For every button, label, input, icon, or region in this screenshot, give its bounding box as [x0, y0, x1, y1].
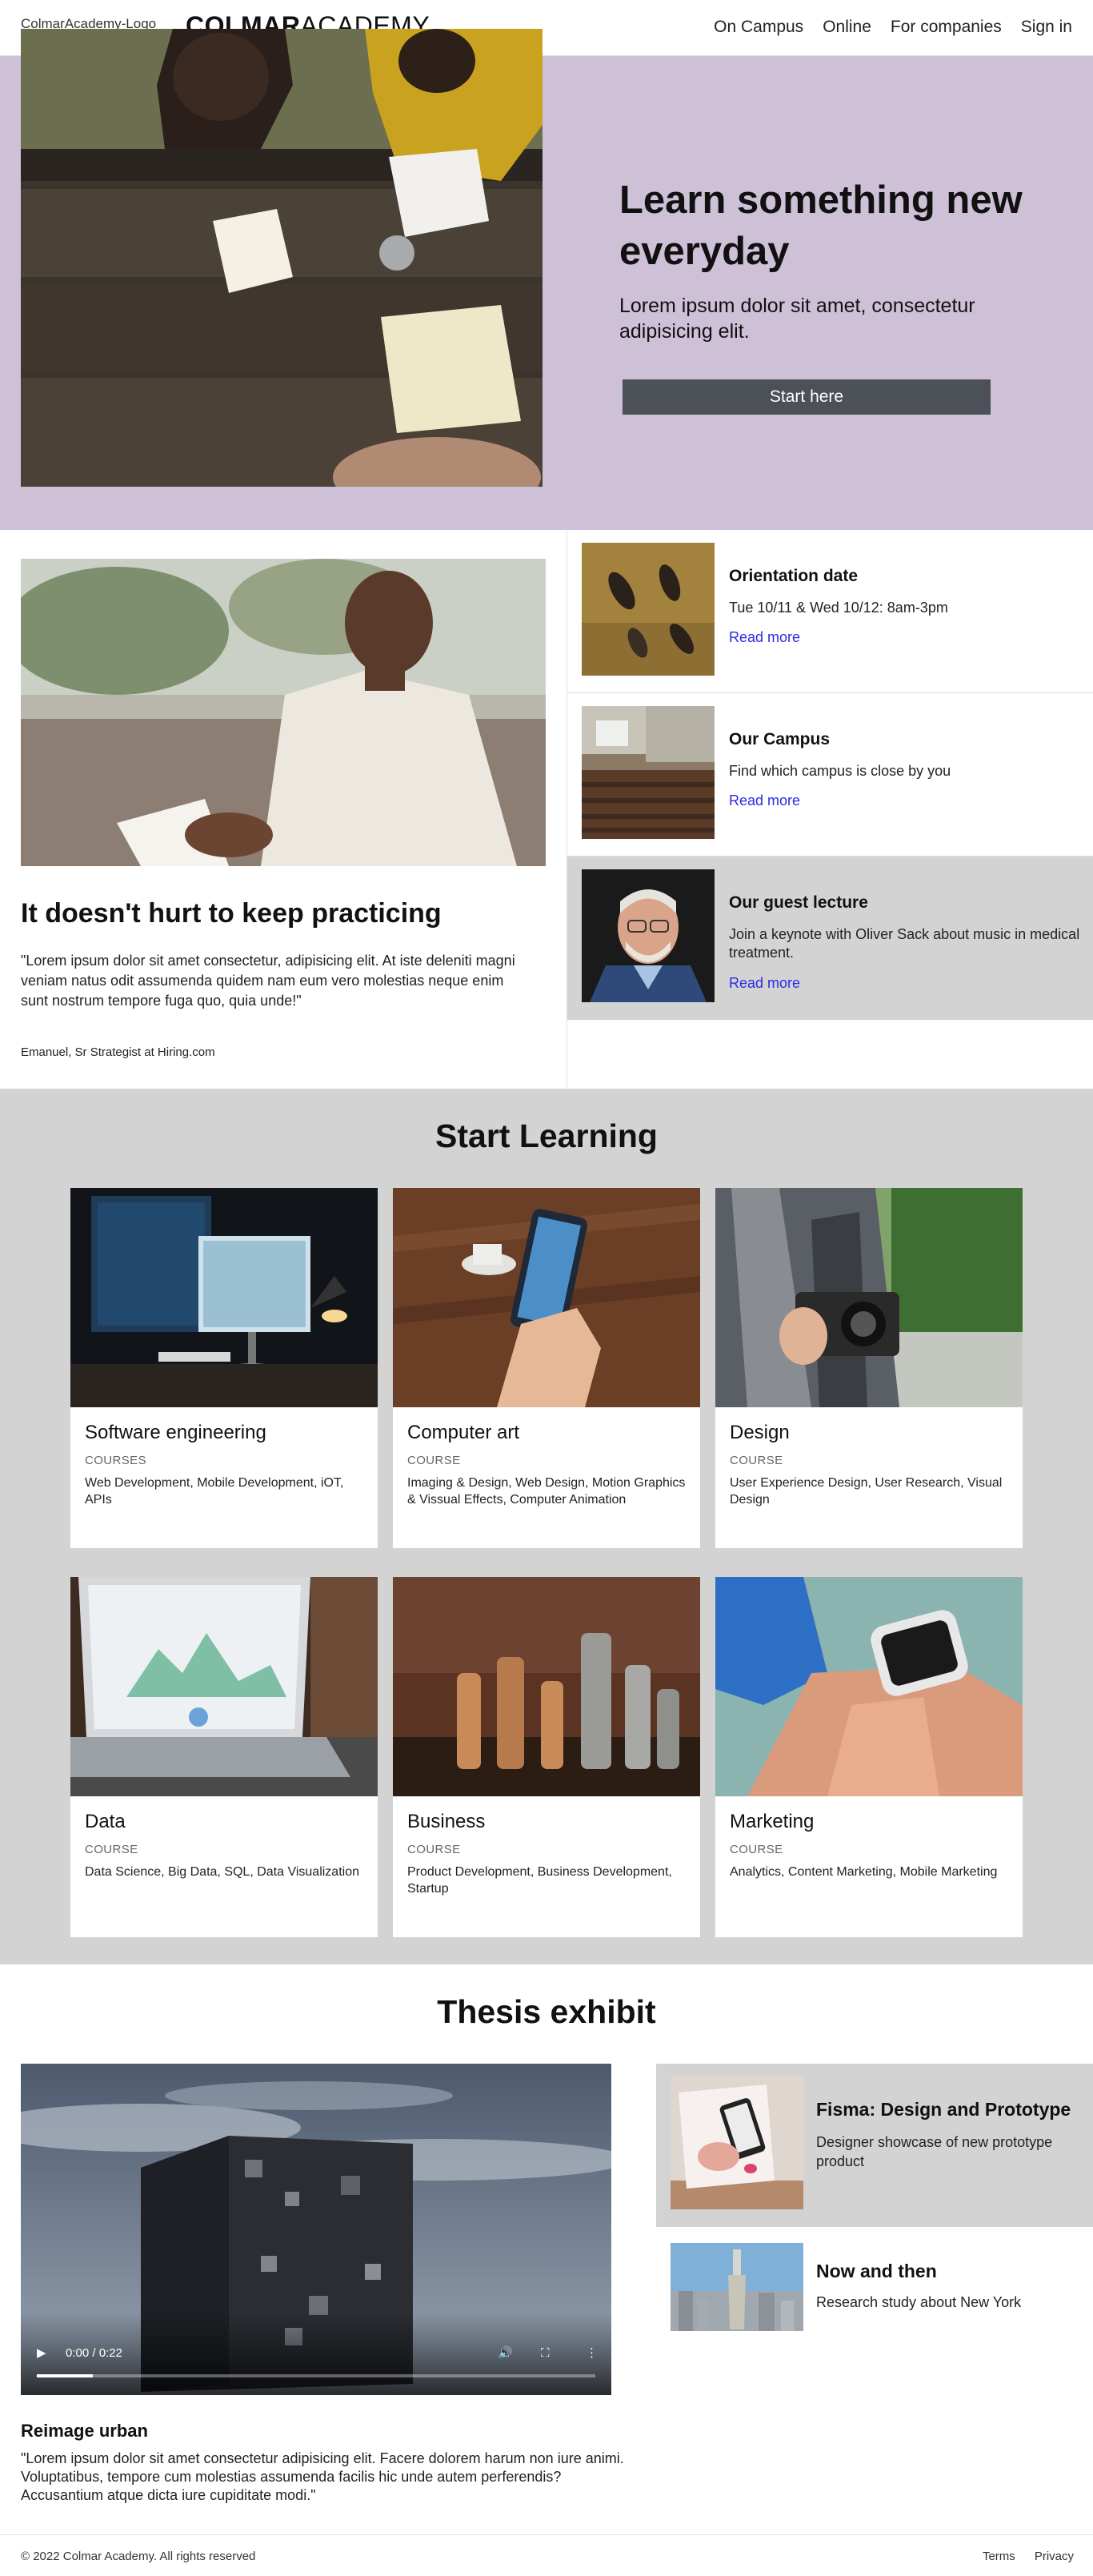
read-more-campus-link[interactable]: Read more	[729, 792, 800, 809]
start-here-button[interactable]: Start here	[623, 379, 991, 415]
info-title-guest-lecture: Our guest lecture	[729, 893, 868, 912]
thesis-exhibit-title: Thesis exhibit	[437, 1993, 656, 2030]
thesis-title-now-and-then: Now and then	[816, 2261, 937, 2281]
course-card-design[interactable]: Design COURSE User Experience Design, Us…	[715, 1188, 1023, 1548]
start-learning-title: Start Learning	[435, 1117, 658, 1154]
info-card-guest-lecture: Our guest lecture Join a keynote with Ol…	[567, 857, 1093, 1020]
main-nav: On Campus Online For companies Sign in	[714, 18, 1072, 37]
course-desc-design: User Experience Design, User Research, V…	[730, 1476, 1003, 1507]
course-card-software-engineering[interactable]: Software engineering COURSES Web Develop…	[70, 1188, 378, 1548]
hero-subtitle: Lorem ipsum dolor sit amet, consectetur …	[619, 295, 975, 343]
footer-terms-link[interactable]: Terms	[983, 2550, 1015, 2563]
software-engineering-photo	[70, 1188, 378, 1407]
course-card-business[interactable]: Business COURSE Product Development, Bus…	[393, 1577, 700, 1937]
guest-lecturer-photo	[582, 869, 715, 1002]
video-progress-track[interactable]	[37, 2374, 595, 2377]
course-desc-business: Product Development, Business Developmen…	[407, 1865, 672, 1896]
design-photo	[715, 1188, 1023, 1407]
thesis-item-now-and-then[interactable]: Now and then Research study about New Yo…	[656, 2227, 1093, 2390]
course-tag-design: COURSE	[730, 1454, 783, 1467]
course-card-data[interactable]: Data COURSE Data Science, Big Data, SQL,…	[70, 1577, 378, 1937]
course-title-software-engineering: Software engineering	[85, 1422, 266, 1443]
course-card-marketing[interactable]: Marketing COURSE Analytics, Content Mark…	[715, 1577, 1023, 1937]
info-text-campus: Find which campus is close by you	[729, 763, 951, 779]
course-desc-marketing: Analytics, Content Marketing, Mobile Mar…	[730, 1865, 998, 1879]
course-desc-computer-art: Imaging & Design, Web Design, Motion Gra…	[407, 1476, 686, 1507]
start-learning-section: Start Learning Software engineering COUR…	[0, 1089, 1093, 1964]
info-title-orientation: Orientation date	[729, 567, 859, 585]
footer-links: Terms Privacy	[983, 2550, 1074, 2563]
course-card-computer-art[interactable]: Computer art COURSE Imaging & Design, We…	[393, 1188, 700, 1548]
read-more-orientation-link[interactable]: Read more	[729, 629, 800, 646]
info-card-campus: Our Campus Find which campus is close by…	[567, 693, 1093, 857]
course-tag-business: COURSE	[407, 1843, 461, 1856]
course-tag-software-engineering: COURSES	[85, 1454, 146, 1467]
course-tag-computer-art: COURSE	[407, 1454, 461, 1467]
thesis-title-fisma: Fisma: Design and Prototype	[816, 2099, 1071, 2120]
thesis-video-player[interactable]: ▶ 0:00 / 0:22 🔊 ⛶ ⋮	[21, 2064, 611, 2395]
reimage-urban-quote: "Lorem ipsum dolor sit amet consectetur …	[21, 2450, 624, 2503]
video-time: 0:00 / 0:22	[66, 2346, 122, 2360]
nav-for-companies[interactable]: For companies	[891, 18, 1002, 37]
thesis-text-now-and-then: Research study about New York	[816, 2294, 1022, 2310]
marketing-photo	[715, 1577, 1023, 1796]
nav-sign-in[interactable]: Sign in	[1021, 18, 1072, 37]
new-york-photo	[671, 2243, 803, 2331]
fisma-prototype-photo	[671, 2076, 803, 2209]
computer-art-photo	[393, 1188, 700, 1407]
info-text-guest-lecture: Join a keynote with Oliver Sack about mu…	[729, 926, 1080, 961]
practice-quote: "Lorem ipsum dolor sit amet consectetur,…	[21, 953, 515, 1009]
info-card-orientation: Orientation date Tue 10/11 & Wed 10/12: …	[567, 530, 1093, 693]
course-desc-software-engineering: Web Development, Mobile Development, iOT…	[85, 1476, 344, 1507]
practice-photo-man-reading	[21, 559, 546, 866]
orientation-photo	[582, 543, 715, 676]
footer-privacy-link[interactable]: Privacy	[1035, 2550, 1074, 2563]
course-title-data: Data	[85, 1811, 126, 1832]
thesis-text-fisma: Designer showcase of new prototype produ…	[816, 2134, 1053, 2169]
volume-icon[interactable]: 🔊	[498, 2345, 513, 2360]
video-progress-fill	[37, 2374, 93, 2377]
thesis-item-fisma[interactable]: Fisma: Design and Prototype Designer sho…	[656, 2064, 1093, 2227]
more-options-icon[interactable]: ⋮	[586, 2345, 598, 2360]
hero-title: Learn something new everyday	[619, 179, 1023, 273]
site-footer: © 2022 Colmar Academy. All rights reserv…	[0, 2534, 1093, 2576]
course-title-computer-art: Computer art	[407, 1422, 520, 1443]
hero-photo-students-reading	[21, 29, 542, 487]
course-title-business: Business	[407, 1811, 486, 1832]
course-title-design: Design	[730, 1422, 790, 1443]
practice-title: It doesn't hurt to keep practicing	[21, 898, 442, 929]
course-desc-data: Data Science, Big Data, SQL, Data Visual…	[85, 1865, 359, 1879]
data-photo	[70, 1577, 378, 1796]
info-text-orientation: Tue 10/11 & Wed 10/12: 8am-3pm	[729, 600, 948, 616]
copyright-text: © 2022 Colmar Academy. All rights reserv…	[21, 2550, 256, 2563]
course-title-marketing: Marketing	[730, 1811, 815, 1832]
course-tag-marketing: COURSE	[730, 1843, 783, 1856]
reimage-urban-title: Reimage urban	[21, 2421, 148, 2441]
campus-photo	[582, 706, 715, 839]
info-title-campus: Our Campus	[729, 730, 831, 748]
nav-on-campus[interactable]: On Campus	[714, 18, 803, 37]
play-icon[interactable]: ▶	[37, 2345, 46, 2360]
fullscreen-icon[interactable]: ⛶	[541, 2346, 550, 2360]
practice-author: Emanuel, Sr Strategist at Hiring.com	[21, 1045, 215, 1059]
nav-online[interactable]: Online	[823, 18, 871, 37]
business-photo	[393, 1577, 700, 1796]
read-more-guest-lecture-link[interactable]: Read more	[729, 975, 800, 992]
course-tag-data: COURSE	[85, 1843, 138, 1856]
